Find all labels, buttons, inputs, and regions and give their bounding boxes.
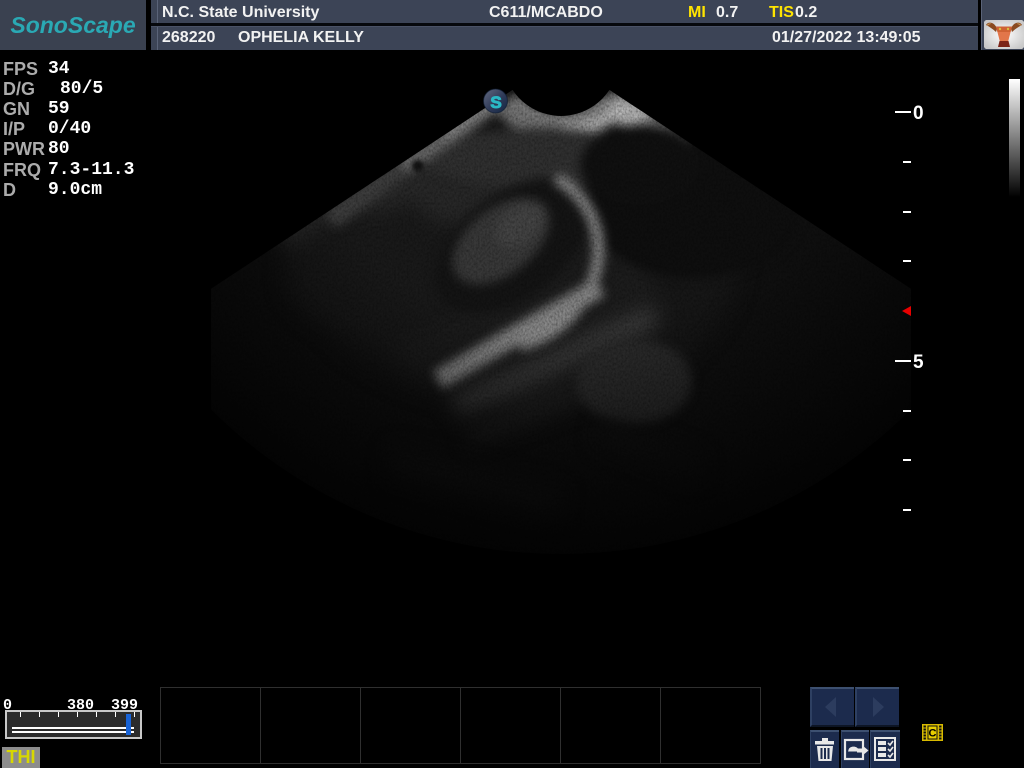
svg-text:5: 5 bbox=[913, 352, 924, 373]
svg-text:C: C bbox=[929, 728, 937, 740]
svg-text:S: S bbox=[490, 93, 501, 112]
svg-text:0: 0 bbox=[913, 103, 924, 124]
